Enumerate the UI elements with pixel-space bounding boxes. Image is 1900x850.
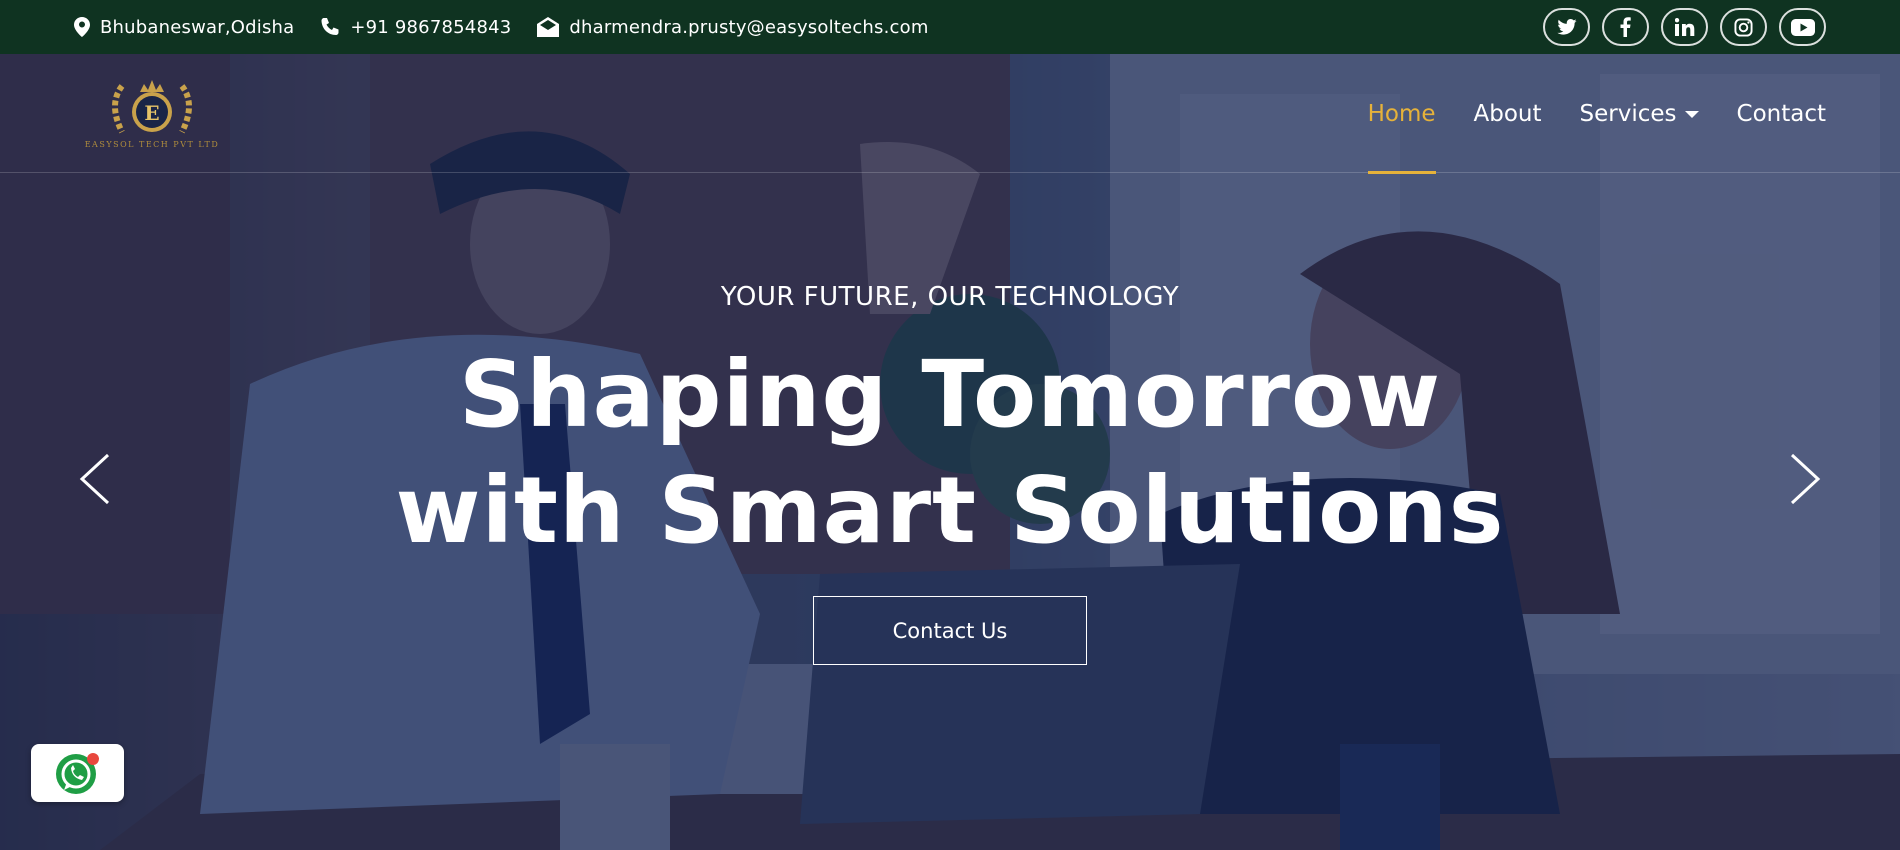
social-links bbox=[1543, 8, 1826, 46]
primary-nav: Home About Services Contact bbox=[1367, 54, 1826, 174]
hero-headline-line-1: Shaping Tomorrow bbox=[458, 341, 1442, 448]
facebook-link[interactable] bbox=[1602, 8, 1649, 46]
location-pin-icon bbox=[74, 17, 90, 37]
youtube-link[interactable] bbox=[1779, 8, 1826, 46]
nav-contact[interactable]: Contact bbox=[1737, 54, 1826, 173]
envelope-open-icon bbox=[537, 17, 560, 37]
phone-info[interactable]: +91 9867854843 bbox=[320, 17, 511, 38]
logo-company-name: EASYSOL TECH PVT LTD bbox=[84, 140, 220, 149]
instagram-link[interactable] bbox=[1720, 8, 1767, 46]
contact-us-button[interactable]: Contact Us bbox=[813, 596, 1087, 665]
nav-home-label: Home bbox=[1367, 100, 1436, 127]
nav-home[interactable]: Home bbox=[1367, 54, 1436, 174]
hero-headline: Shaping Tomorrow with Smart Solutions bbox=[0, 337, 1900, 569]
notification-badge bbox=[86, 753, 99, 765]
nav-services-dropdown[interactable]: Services bbox=[1580, 54, 1699, 173]
whatsapp-icon bbox=[55, 753, 99, 794]
twitter-icon bbox=[1556, 19, 1577, 35]
company-logo[interactable]: E EASYSOL TECH PVT LTD bbox=[78, 74, 226, 158]
location-info: Bhubaneswar,Odisha bbox=[74, 17, 294, 38]
instagram-icon bbox=[1734, 17, 1753, 37]
nav-contact-label: Contact bbox=[1736, 100, 1826, 127]
chevron-right-icon bbox=[1790, 453, 1821, 505]
nav-about-label: About bbox=[1473, 100, 1542, 127]
twitter-link[interactable] bbox=[1543, 8, 1590, 46]
carousel-prev-button[interactable] bbox=[70, 449, 120, 509]
phone-icon bbox=[321, 18, 339, 35]
hero-slider: E EASYSOL TECH PVT LTD Home About Servic… bbox=[0, 54, 1900, 850]
linkedin-link[interactable] bbox=[1661, 8, 1708, 46]
whatsapp-chat-button[interactable] bbox=[31, 744, 124, 802]
email-info[interactable]: dharmendra.prusty@easysoltechs.com bbox=[537, 17, 928, 38]
main-navbar: E EASYSOL TECH PVT LTD Home About Servic… bbox=[0, 54, 1900, 174]
top-bar: Bhubaneswar,Odisha +91 9867854843 dharme… bbox=[0, 0, 1900, 54]
youtube-icon bbox=[1790, 18, 1815, 36]
nav-about[interactable]: About bbox=[1474, 54, 1542, 173]
chevron-left-icon bbox=[79, 453, 110, 505]
nav-services-label: Services bbox=[1579, 100, 1677, 127]
hero-eyebrow: YOUR FUTURE, OUR TECHNOLOGY bbox=[720, 282, 1180, 312]
hero-headline-line-2: with Smart Solutions bbox=[395, 457, 1505, 564]
location-text: Bhubaneswar,Odisha bbox=[100, 16, 295, 38]
phone-text: +91 9867854843 bbox=[350, 16, 512, 38]
logo-letter: E bbox=[144, 101, 159, 125]
caret-down-icon bbox=[1684, 111, 1699, 118]
carousel-next-button[interactable] bbox=[1780, 449, 1830, 509]
laurel-crown-logo-icon: E bbox=[112, 80, 192, 134]
linkedin-icon bbox=[1674, 18, 1694, 36]
email-text: dharmendra.prusty@easysoltechs.com bbox=[569, 16, 929, 38]
facebook-icon bbox=[1620, 17, 1631, 37]
